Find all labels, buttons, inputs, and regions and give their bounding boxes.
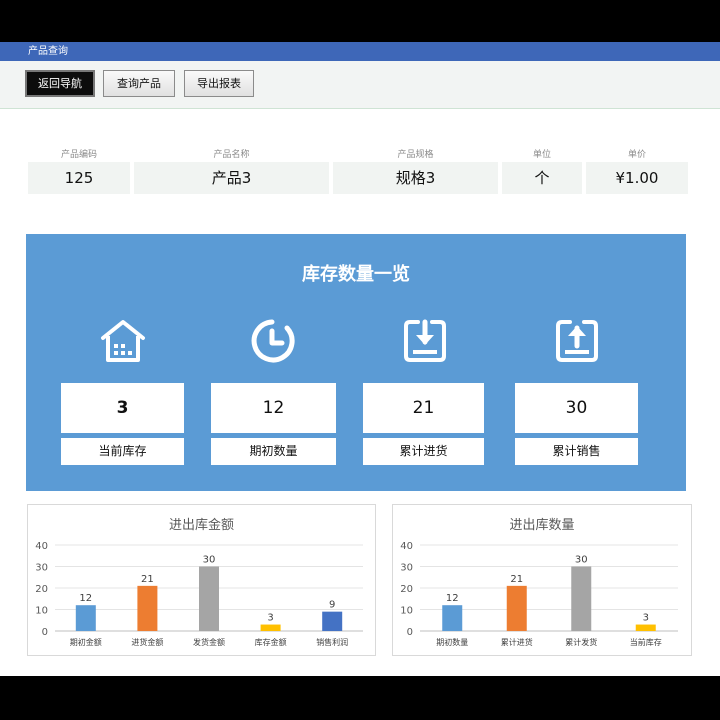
quantity-chart: 进出库数量 0 10 20 30 40 12 期初数量 21 累计进货 30 累计发货 3 当前库存 [392, 504, 692, 656]
category-label: 期初金额 [70, 637, 102, 647]
data-label: 3 [267, 613, 273, 624]
product-unit-value: 个 [502, 162, 582, 194]
window-titlebar: 产品查询 [0, 42, 720, 61]
app-window: 产品查询 返回导航 查询产品 导出报表 产品编码 产品名称 产品规格 单位 单价… [0, 42, 720, 676]
toolbar: 返回导航 查询产品 导出报表 [0, 61, 720, 109]
y-tick-label: 10 [400, 606, 413, 617]
quantity-chart-plot: 0 10 20 30 40 12 期初数量 21 累计进货 30 累计发货 3 当前库存 [400, 541, 678, 647]
y-tick-label: 30 [400, 563, 413, 574]
category-label: 累计进货 [501, 637, 533, 647]
amount-chart: 进出库金额 0 10 20 30 40 12 期初金额 21 进货金额 30 发货金额 3 库存金额 9 销… [27, 504, 376, 656]
opening-quantity-value: 12 [211, 383, 336, 433]
warehouse-icon [101, 320, 145, 362]
category-label: 期初数量 [436, 637, 468, 647]
data-label: 9 [329, 600, 335, 611]
y-tick-label: 40 [35, 541, 48, 552]
amount-chart-plot: 0 10 20 30 40 12 期初金额 21 进货金额 30 发货金额 3 库存金额 9 销售利润 [35, 541, 363, 647]
product-unit-label: 单位 [532, 150, 551, 160]
y-tick-label: 0 [407, 627, 413, 638]
product-spec-label: 产品规格 [397, 150, 434, 160]
window-title: 产品查询 [28, 46, 68, 57]
total-sales-label: 累计销售 [515, 438, 638, 465]
category-label: 库存金额 [255, 637, 287, 647]
opening-quantity-label: 期初数量 [211, 438, 336, 465]
y-tick-label: 20 [35, 584, 48, 595]
product-price-value: ¥1.00 [586, 162, 688, 194]
current-stock-label: 当前库存 [61, 438, 184, 465]
bar [322, 611, 343, 631]
bar [137, 585, 158, 631]
total-purchase-value: 21 [363, 383, 484, 433]
category-label: 累计发货 [565, 637, 597, 647]
y-tick-label: 10 [35, 606, 48, 617]
back-to-nav-button[interactable]: 返回导航 [25, 70, 95, 97]
inventory-title: 库存数量一览 [302, 264, 410, 285]
data-label: 21 [141, 574, 154, 585]
product-price-label: 单价 [627, 150, 646, 160]
data-label: 12 [446, 593, 459, 604]
clock-icon [251, 319, 295, 363]
data-label: 30 [203, 555, 216, 566]
export-report-button[interactable]: 导出报表 [184, 70, 254, 97]
category-label: 当前库存 [630, 637, 662, 647]
bar [199, 566, 219, 631]
category-label: 发货金额 [193, 637, 225, 647]
upload-box-icon [556, 320, 598, 362]
category-label: 进货金额 [131, 637, 163, 647]
data-label: 21 [510, 574, 523, 585]
data-label: 3 [643, 613, 649, 624]
bar [442, 605, 463, 631]
y-tick-label: 0 [42, 627, 48, 638]
bar [260, 624, 281, 631]
current-stock-value: 3 [61, 383, 184, 433]
y-tick-label: 30 [35, 563, 48, 574]
total-purchase-label: 累计进货 [363, 438, 484, 465]
data-label: 12 [79, 593, 92, 604]
product-code-label: 产品编码 [60, 150, 97, 160]
product-info: 产品编码 产品名称 产品规格 单位 单价 125 产品3 规格3 个 ¥1.00 [28, 142, 688, 202]
y-tick-label: 40 [400, 541, 413, 552]
product-name-value: 产品3 [134, 162, 329, 194]
data-label: 30 [575, 555, 588, 566]
product-code-value: 125 [28, 162, 130, 194]
product-spec-value: 规格3 [333, 162, 498, 194]
query-product-button[interactable]: 查询产品 [103, 70, 175, 97]
bar [75, 605, 96, 631]
inventory-panel: 库存数量一览 3 12 21 30 当前库存 期初数量 累计进货 累计销售 [26, 234, 686, 491]
bar [571, 566, 592, 631]
y-tick-label: 20 [400, 584, 413, 595]
product-name-label: 产品名称 [213, 150, 250, 160]
category-label: 销售利润 [316, 637, 348, 647]
download-box-icon [404, 319, 446, 362]
bar [635, 624, 656, 631]
total-sales-value: 30 [515, 383, 638, 433]
bar [506, 585, 527, 631]
